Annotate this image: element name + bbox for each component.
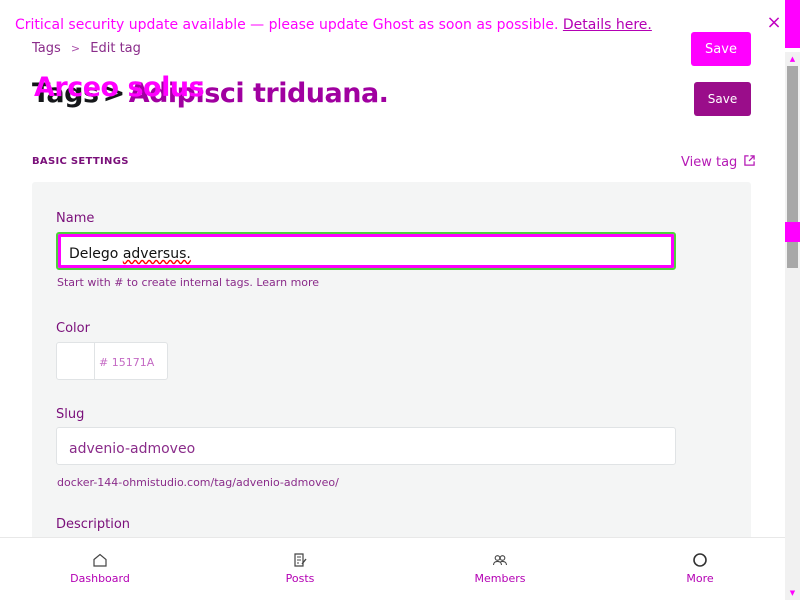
breadcrumb-current: Edit tag (90, 41, 141, 56)
view-tag-link[interactable]: View tag (681, 155, 756, 170)
color-label: Color (56, 321, 90, 336)
save-button[interactable]: Save (694, 82, 751, 116)
scroll-up-icon[interactable]: ▲ (785, 52, 800, 66)
nav-item-posts[interactable]: Posts (230, 538, 370, 600)
view-tag-label: View tag (681, 155, 738, 170)
scrollbar-marker (785, 222, 800, 242)
breadcrumb-separator: > (70, 42, 81, 55)
nav-item-more[interactable]: More (630, 538, 770, 600)
nav-label: Posts (285, 572, 315, 585)
color-hex-value[interactable]: # 15171A (99, 356, 154, 369)
slug-value: advenio-admoveo (69, 441, 196, 457)
save-button-overlay[interactable]: Save (691, 32, 751, 66)
color-divider (94, 343, 95, 379)
name-value-text: Delego (69, 246, 123, 262)
external-link-icon (744, 155, 756, 166)
breadcrumb-tags-link[interactable]: Tags (32, 41, 61, 56)
close-icon[interactable]: × (765, 14, 783, 32)
breadcrumb: Tags > Edit tag (32, 41, 141, 56)
page-title: Tags > Adipisci triduana. Arceo solus (32, 72, 389, 122)
scrollbar-top-marker (785, 0, 800, 48)
more-icon (693, 553, 707, 567)
slug-label: Slug (56, 407, 85, 422)
members-icon (492, 555, 508, 566)
tag-editor-page: Critical security update available — ple… (0, 0, 800, 600)
slug-url: docker-144-ohmistudio.com/tag/advenio-ad… (57, 476, 339, 489)
name-hint: Start with # to create internal tags. Le… (57, 276, 320, 289)
banner-details-link[interactable]: Details here. (563, 17, 652, 33)
nav-item-dashboard[interactable]: Dashboard (30, 538, 170, 600)
section-title: BASIC SETTINGS (32, 156, 129, 167)
posts-icon (294, 553, 307, 567)
banner-text: Critical security update available — ple… (15, 17, 652, 33)
banner-message: Critical security update available — ple… (15, 17, 559, 33)
title-ghost-overlay: Arceo solus (34, 72, 205, 103)
scroll-down-icon[interactable]: ▼ (785, 586, 800, 600)
nav-label: Dashboard (70, 572, 130, 585)
nav-label: More (686, 572, 714, 585)
home-icon (93, 553, 107, 567)
name-value: Delego adversus. (69, 246, 191, 262)
bottom-nav: Dashboard Posts Members More (0, 537, 785, 600)
name-value-misspelled: adversus. (122, 246, 191, 262)
scrollbar[interactable]: ▲ ▼ (785, 52, 800, 600)
description-label: Description (56, 517, 131, 532)
name-label: Name (56, 211, 95, 226)
nav-item-members[interactable]: Members (430, 538, 570, 600)
nav-label: Members (474, 572, 526, 585)
